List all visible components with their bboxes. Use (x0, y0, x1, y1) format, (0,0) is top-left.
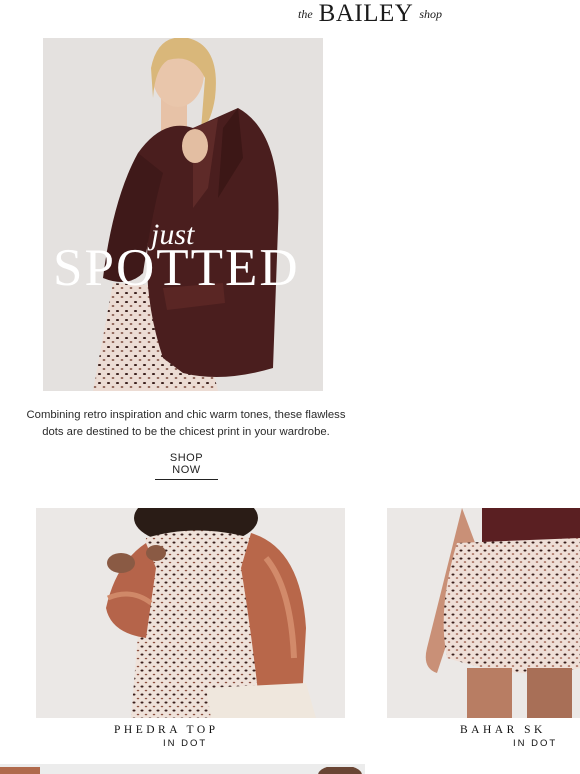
product-photo (387, 508, 580, 718)
logo-main: BAILEY (318, 0, 414, 27)
product-name[interactable]: PHEDRA TOP (114, 724, 219, 736)
product-subtitle: IN DOT (163, 738, 208, 749)
product-name[interactable]: BAHAR SK (460, 724, 546, 736)
shop-now-link[interactable]: SHOP NOW (155, 452, 218, 480)
product-subtitle: IN DOT (513, 738, 558, 749)
product-image-phedra-top[interactable] (36, 508, 345, 718)
brand-logo[interactable]: the BAILEY shop (0, 0, 580, 28)
hero-photo (43, 38, 323, 391)
logo-suffix: shop (419, 7, 442, 21)
product-photo (0, 765, 365, 774)
hero-overlay-title: SPOTTED (53, 239, 300, 297)
product-image-bahar-skirt[interactable] (387, 508, 580, 718)
product-photo (36, 508, 345, 718)
logo-prefix: the (298, 7, 313, 21)
hero-image[interactable]: just SPOTTED (43, 38, 323, 391)
hero-description: Combining retro inspiration and chic war… (26, 409, 346, 438)
next-product-image[interactable] (0, 764, 365, 774)
